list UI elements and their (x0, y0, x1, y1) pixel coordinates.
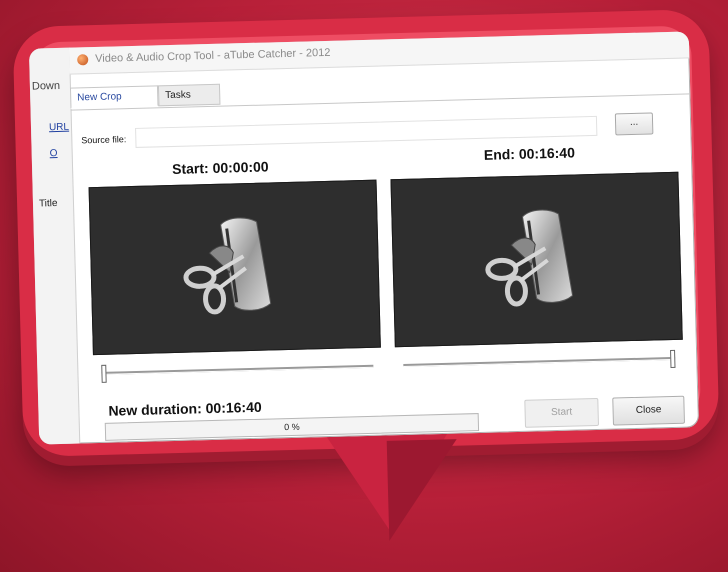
background-link[interactable]: O (50, 148, 58, 159)
end-slider-track (403, 356, 676, 368)
end-preview (390, 171, 683, 348)
end-slider-thumb[interactable] (670, 349, 676, 369)
background-column-title: Title (38, 198, 58, 210)
app-icon (77, 54, 89, 66)
start-time-label: Start: 00:00:00 (171, 158, 269, 177)
browse-button[interactable]: ... (614, 112, 654, 136)
background-url-link[interactable]: URL (49, 122, 69, 134)
speech-bubble-tail-shade (386, 439, 460, 541)
background-tab-label[interactable]: Down (32, 80, 60, 93)
progress-text: 0 % (284, 421, 300, 433)
start-button[interactable]: Start (524, 397, 599, 428)
tab-new-crop[interactable]: New Crop (69, 85, 159, 109)
end-time-label: End: 00:16:40 (483, 144, 576, 163)
start-slider-track (101, 364, 374, 375)
scissors-film-icon (183, 217, 272, 315)
tab-strip: New Crop Tasks (69, 71, 691, 111)
window-title: Video & Audio Crop Tool - aTube Catcher … (95, 46, 331, 65)
scissors-film-icon (485, 209, 574, 307)
start-slider[interactable] (101, 358, 374, 385)
new-duration-label: New duration: 00:16:40 (108, 398, 262, 419)
source-file-input[interactable] (135, 115, 598, 148)
tab-tasks[interactable]: Tasks (157, 83, 221, 107)
crop-tool-window: Down URL O Title Video & Audio Crop Tool… (28, 31, 700, 445)
end-slider[interactable] (403, 349, 676, 377)
start-slider-thumb[interactable] (101, 364, 107, 383)
start-preview (88, 179, 381, 356)
source-file-label: Source file: (81, 134, 127, 146)
close-button[interactable]: Close (612, 395, 685, 426)
